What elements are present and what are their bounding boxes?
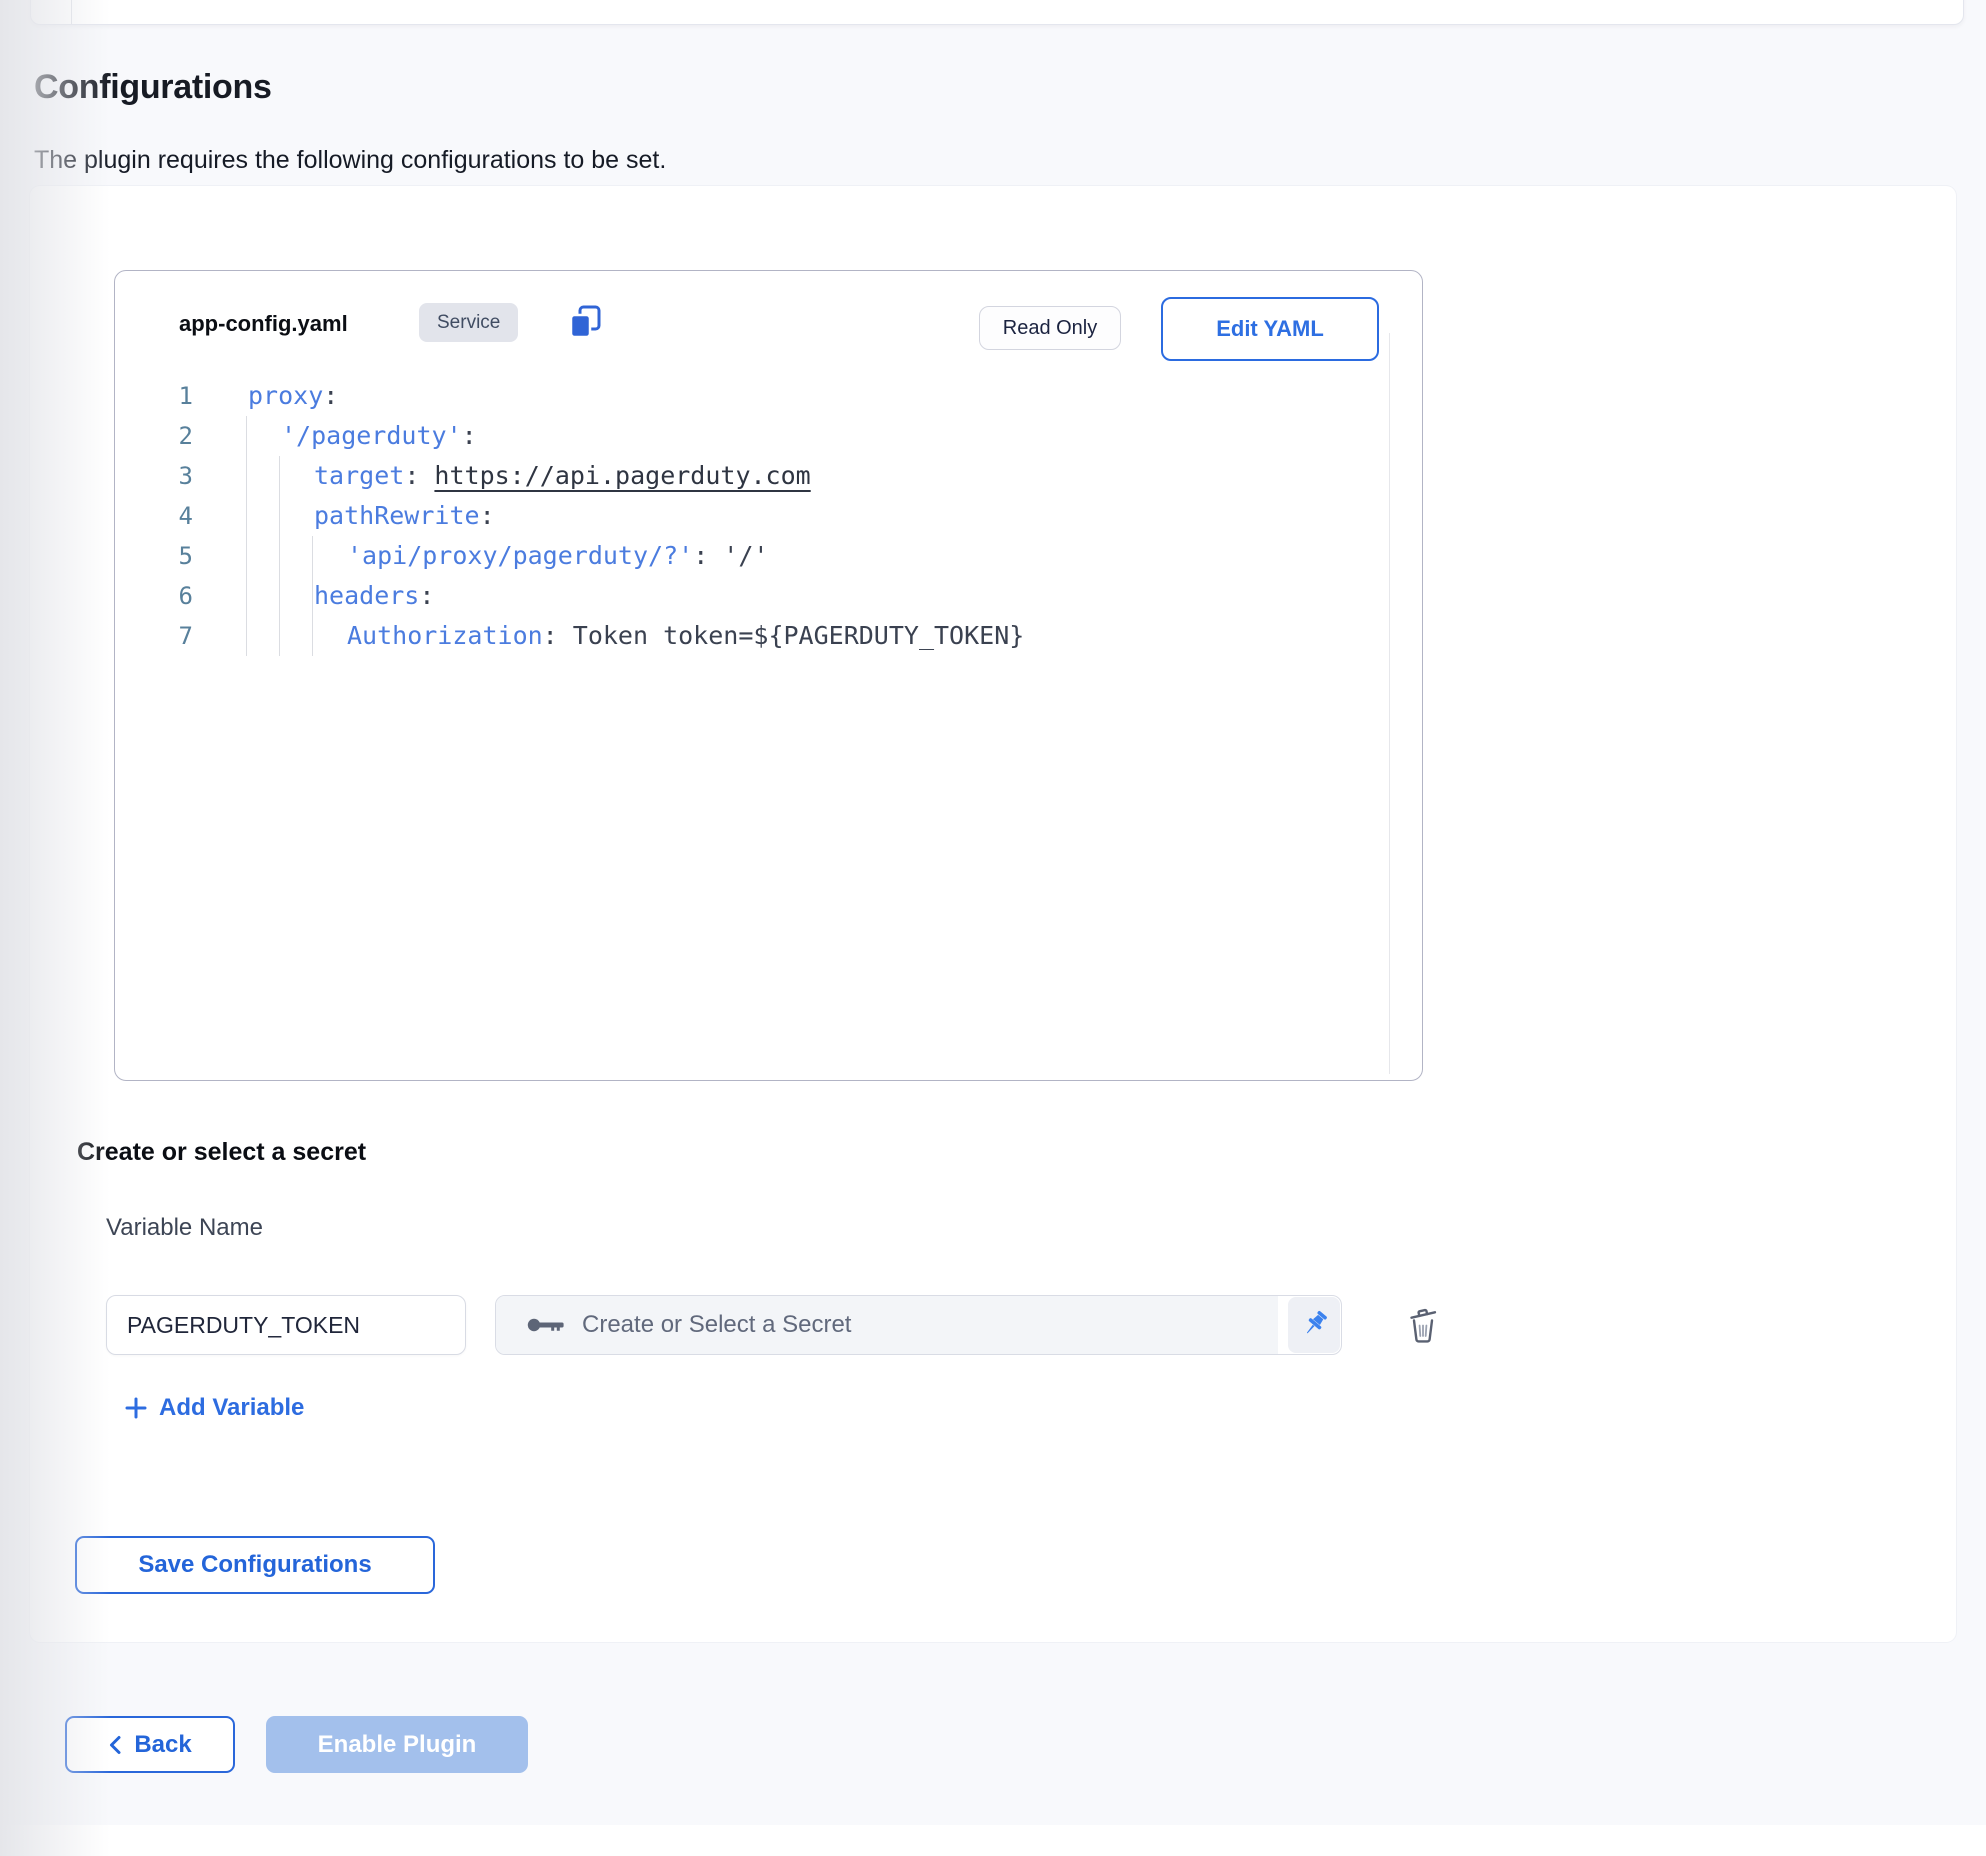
yaml-code-editor[interactable]: 1proxy:2'/pagerduty':3target: https://ap… <box>115 376 1388 656</box>
line-number: 1 <box>115 376 193 416</box>
editor-scrollbar-gutter[interactable] <box>1389 333 1390 1074</box>
page-subtitle: The plugin requires the following config… <box>34 146 666 175</box>
yaml-filename: app-config.yaml <box>179 311 348 337</box>
line-number: 4 <box>115 496 193 536</box>
secret-select-divider <box>1278 1296 1287 1354</box>
code-line: 4pathRewrite: <box>115 496 1388 536</box>
line-number: 6 <box>115 576 193 616</box>
code-line: 1proxy: <box>115 376 1388 416</box>
previous-card-fragment <box>30 0 1964 25</box>
code-line: 2'/pagerduty': <box>115 416 1388 456</box>
line-number: 3 <box>115 456 193 496</box>
secret-section-title: Create or select a secret <box>77 1138 366 1167</box>
secret-select-main[interactable]: Create or Select a Secret <box>496 1296 1278 1354</box>
code-line: 5'api/proxy/pagerduty/?': '/' <box>115 536 1388 576</box>
copy-icon-glyph <box>568 304 602 340</box>
back-button[interactable]: Back <box>65 1716 235 1773</box>
key-icon <box>526 1313 564 1337</box>
variable-name-label: Variable Name <box>106 1214 263 1242</box>
plus-icon <box>125 1397 147 1419</box>
configurations-card: app-config.yaml Service Read Only Edit Y… <box>30 186 1956 1642</box>
service-badge: Service <box>419 303 518 342</box>
code-line: 7Authorization: Token token=${PAGERDUTY_… <box>115 616 1388 656</box>
code-line: 3target: https://api.pagerduty.com <box>115 456 1388 496</box>
secret-select[interactable]: Create or Select a Secret <box>495 1295 1342 1355</box>
save-configurations-button[interactable]: Save Configurations <box>75 1536 435 1594</box>
read-only-badge: Read Only <box>979 306 1121 350</box>
line-number: 2 <box>115 416 193 456</box>
copy-icon[interactable] <box>567 302 603 342</box>
trash-icon-glyph <box>1402 1304 1444 1346</box>
secret-select-placeholder: Create or Select a Secret <box>582 1311 851 1339</box>
trash-icon[interactable] <box>1398 1300 1448 1350</box>
back-button-label: Back <box>134 1731 191 1759</box>
edit-yaml-button[interactable]: Edit YAML <box>1161 297 1379 361</box>
variable-name-input[interactable] <box>106 1295 466 1355</box>
pin-icon[interactable] <box>1288 1297 1340 1353</box>
yaml-editor-card: app-config.yaml Service Read Only Edit Y… <box>114 270 1423 1081</box>
line-number: 5 <box>115 536 193 576</box>
line-number: 7 <box>115 616 193 656</box>
add-variable-button[interactable]: Add Variable <box>125 1394 304 1422</box>
add-variable-label: Add Variable <box>159 1394 304 1422</box>
pin-icon-glyph <box>1299 1310 1329 1340</box>
code-line: 6headers: <box>115 576 1388 616</box>
top-card-divider <box>71 0 72 24</box>
page-title: Configurations <box>34 68 272 107</box>
chevron-left-icon <box>108 1735 122 1755</box>
enable-plugin-button[interactable]: Enable Plugin <box>266 1716 528 1773</box>
